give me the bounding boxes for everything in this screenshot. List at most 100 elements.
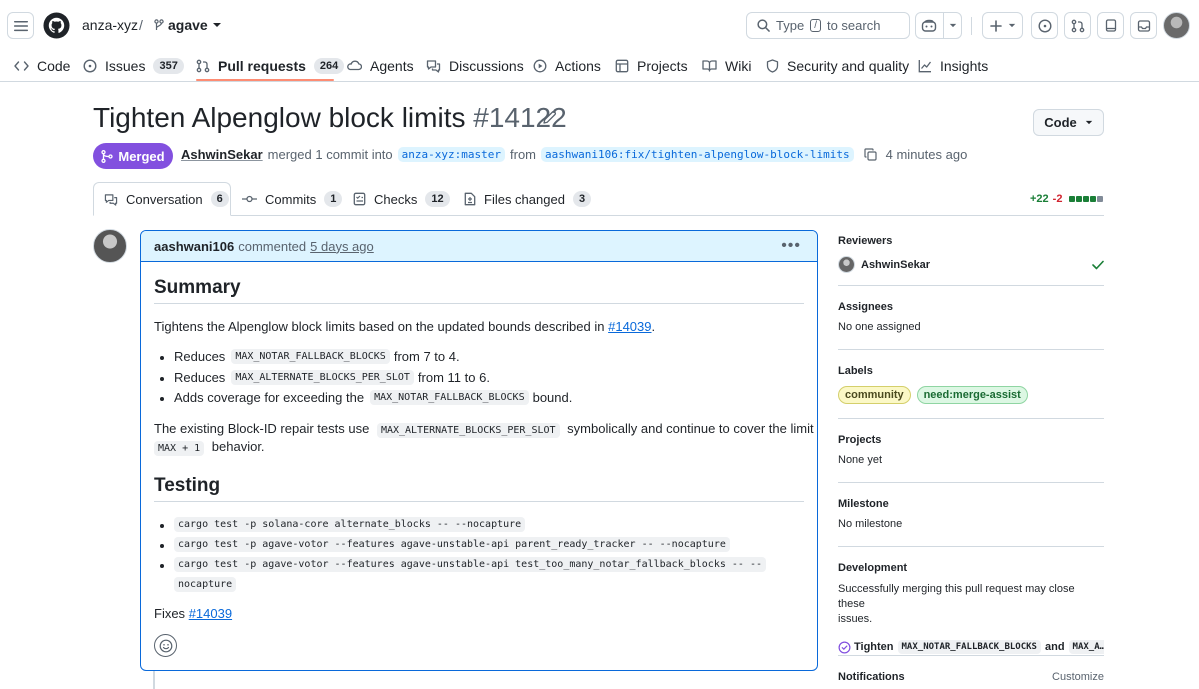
repo-nav: Code Issues 357 Pull requests 264 Agents…: [0, 50, 1199, 82]
pr-title: Tighten Alpenglow block limits #14122: [93, 102, 567, 134]
pull-requests-counter: 264: [313, 57, 345, 74]
notifications-button[interactable]: [1130, 12, 1157, 39]
org-link[interactable]: anza-xyz: [82, 17, 138, 33]
nav-discussions[interactable]: Discussions: [426, 50, 524, 81]
list-item: cargo test -p agave-votor --features aga…: [160, 557, 770, 572]
git-pull-request-icon: [1071, 19, 1084, 32]
nav-wiki[interactable]: Wiki: [702, 50, 751, 81]
issue-opened-icon: [1037, 18, 1052, 33]
labels-heading[interactable]: Labels: [838, 365, 1104, 377]
checklist-icon: [353, 192, 366, 206]
nav-label: Projects: [637, 57, 688, 74]
nav-pull-requests[interactable]: Pull requests 264: [196, 50, 345, 81]
copy-icon[interactable]: [864, 148, 877, 161]
tab-conversation[interactable]: Conversation 6: [93, 182, 231, 216]
breadcrumb-separator: /: [139, 17, 143, 33]
list-item: Reduces MAX_NOTAR_FALLBACK_BLOCKS from 7…: [160, 349, 460, 364]
nav-issues[interactable]: Issues 357: [83, 50, 184, 81]
add-reaction-button[interactable]: [154, 634, 177, 657]
sidebar-divider: [838, 482, 1104, 483]
diff-box-add: [1076, 196, 1083, 202]
repositories-button[interactable]: [1097, 12, 1124, 39]
linked-issue-text: and: [1044, 641, 1065, 653]
development-heading[interactable]: Development: [838, 562, 1104, 574]
customize-link[interactable]: Customize: [1052, 671, 1104, 683]
header-divider: [971, 17, 972, 35]
list-text: Reduces: [174, 349, 226, 364]
tab-files-changed[interactable]: Files changed 3: [464, 182, 592, 216]
git-merge-icon: [101, 149, 114, 163]
linked-issue[interactable]: Tighten MAX_NOTAR_FALLBACK_BLOCKS and MA…: [838, 640, 1104, 654]
inbox-icon: [1137, 19, 1150, 32]
tab-commits[interactable]: Commits 1: [242, 182, 343, 216]
nav-label: Insights: [940, 57, 989, 74]
label-community[interactable]: community: [838, 386, 911, 404]
file-diff-icon: [464, 192, 476, 206]
projects-heading[interactable]: Projects: [838, 434, 1104, 446]
reviewer-name[interactable]: AshwinSekar: [861, 259, 930, 271]
pull-requests-button[interactable]: [1064, 12, 1091, 39]
code-dropdown-button[interactable]: Code: [1033, 109, 1104, 136]
nav-label: Discussions: [449, 57, 524, 74]
development-text-line: Successfully merging this pull request m…: [838, 583, 1075, 610]
heading-rule: [154, 303, 804, 304]
fixes-label: Fixes: [154, 606, 186, 621]
comment-discussion-icon: [426, 59, 441, 73]
play-icon: [533, 59, 547, 72]
issues-button[interactable]: [1031, 12, 1058, 39]
comment-author[interactable]: aashwani106: [154, 239, 234, 254]
nav-actions[interactable]: Actions: [533, 50, 601, 81]
development-text: Successfully merging this pull request m…: [838, 582, 1104, 627]
list-text: Reduces: [174, 370, 226, 385]
code-icon: [14, 60, 29, 71]
kebab-horizontal-icon[interactable]: •••: [781, 237, 801, 255]
create-new-button[interactable]: [982, 12, 1023, 39]
nav-code[interactable]: Code: [14, 50, 70, 81]
merged-label: Merged: [118, 148, 165, 164]
chevron-down-icon: [1008, 23, 1015, 28]
testing-heading: Testing: [154, 475, 221, 496]
assignees-heading[interactable]: Assignees: [838, 301, 1104, 313]
search-input[interactable]: Type / to search: [746, 12, 910, 39]
comment-discussion-icon: [104, 193, 118, 206]
development-section: Development Successfully merging this pu…: [838, 562, 1104, 654]
chevron-down-icon: [1085, 120, 1092, 125]
user-avatar[interactable]: [1163, 12, 1190, 39]
labels-list: community need:merge-assist: [838, 385, 1104, 404]
menu-button[interactable]: [7, 12, 34, 39]
nav-security[interactable]: Security and quality: [766, 50, 909, 81]
comment-time[interactable]: 5 days ago: [310, 239, 374, 254]
nav-projects[interactable]: Projects: [615, 50, 688, 81]
repo-link[interactable]: agave: [154, 17, 222, 33]
nav-label: Actions: [555, 57, 601, 74]
milestone-heading[interactable]: Milestone: [838, 498, 1104, 510]
inline-code: MAX_NOTAR_FALLBACK_BLOCKS: [231, 349, 390, 364]
tab-checks[interactable]: Checks 12: [353, 182, 450, 216]
pencil-icon[interactable]: [542, 110, 557, 125]
hamburger-icon: [13, 20, 28, 31]
inline-code: MAX + 1: [154, 441, 205, 456]
commenter-avatar[interactable]: [93, 229, 127, 263]
copilot-button[interactable]: [915, 12, 962, 39]
label-need-merge-assist[interactable]: need:merge-assist: [916, 386, 1028, 404]
timeline-line: [153, 670, 155, 689]
search-placeholder-prefix: Type: [776, 18, 805, 33]
issue-link[interactable]: #14039: [608, 319, 651, 334]
head-branch[interactable]: aashwani106:fix/tighten-alpenglow-block-…: [541, 147, 854, 162]
base-branch[interactable]: anza-xyz:master: [397, 147, 505, 162]
fixes-issue-link[interactable]: #14039: [189, 606, 232, 621]
nav-label: Agents: [370, 57, 414, 74]
summary-heading: Summary: [154, 277, 241, 298]
projects-value: None yet: [838, 454, 883, 466]
nav-agents[interactable]: Agents: [347, 50, 414, 81]
nav-insights[interactable]: Insights: [918, 50, 988, 81]
diff-stats: +22 -2: [1030, 193, 1104, 205]
merger-link[interactable]: AshwinSekar: [181, 147, 263, 162]
reviewers-heading[interactable]: Reviewers: [838, 235, 1104, 247]
development-text-line: issues.: [838, 613, 873, 625]
milestone-value: No milestone: [838, 518, 903, 530]
github-logo-icon[interactable]: [43, 12, 70, 39]
diff-box-add: [1083, 196, 1090, 202]
summary-paragraph: Tightens the Alpenglow block limits base…: [154, 319, 655, 334]
avatar[interactable]: [838, 256, 855, 273]
